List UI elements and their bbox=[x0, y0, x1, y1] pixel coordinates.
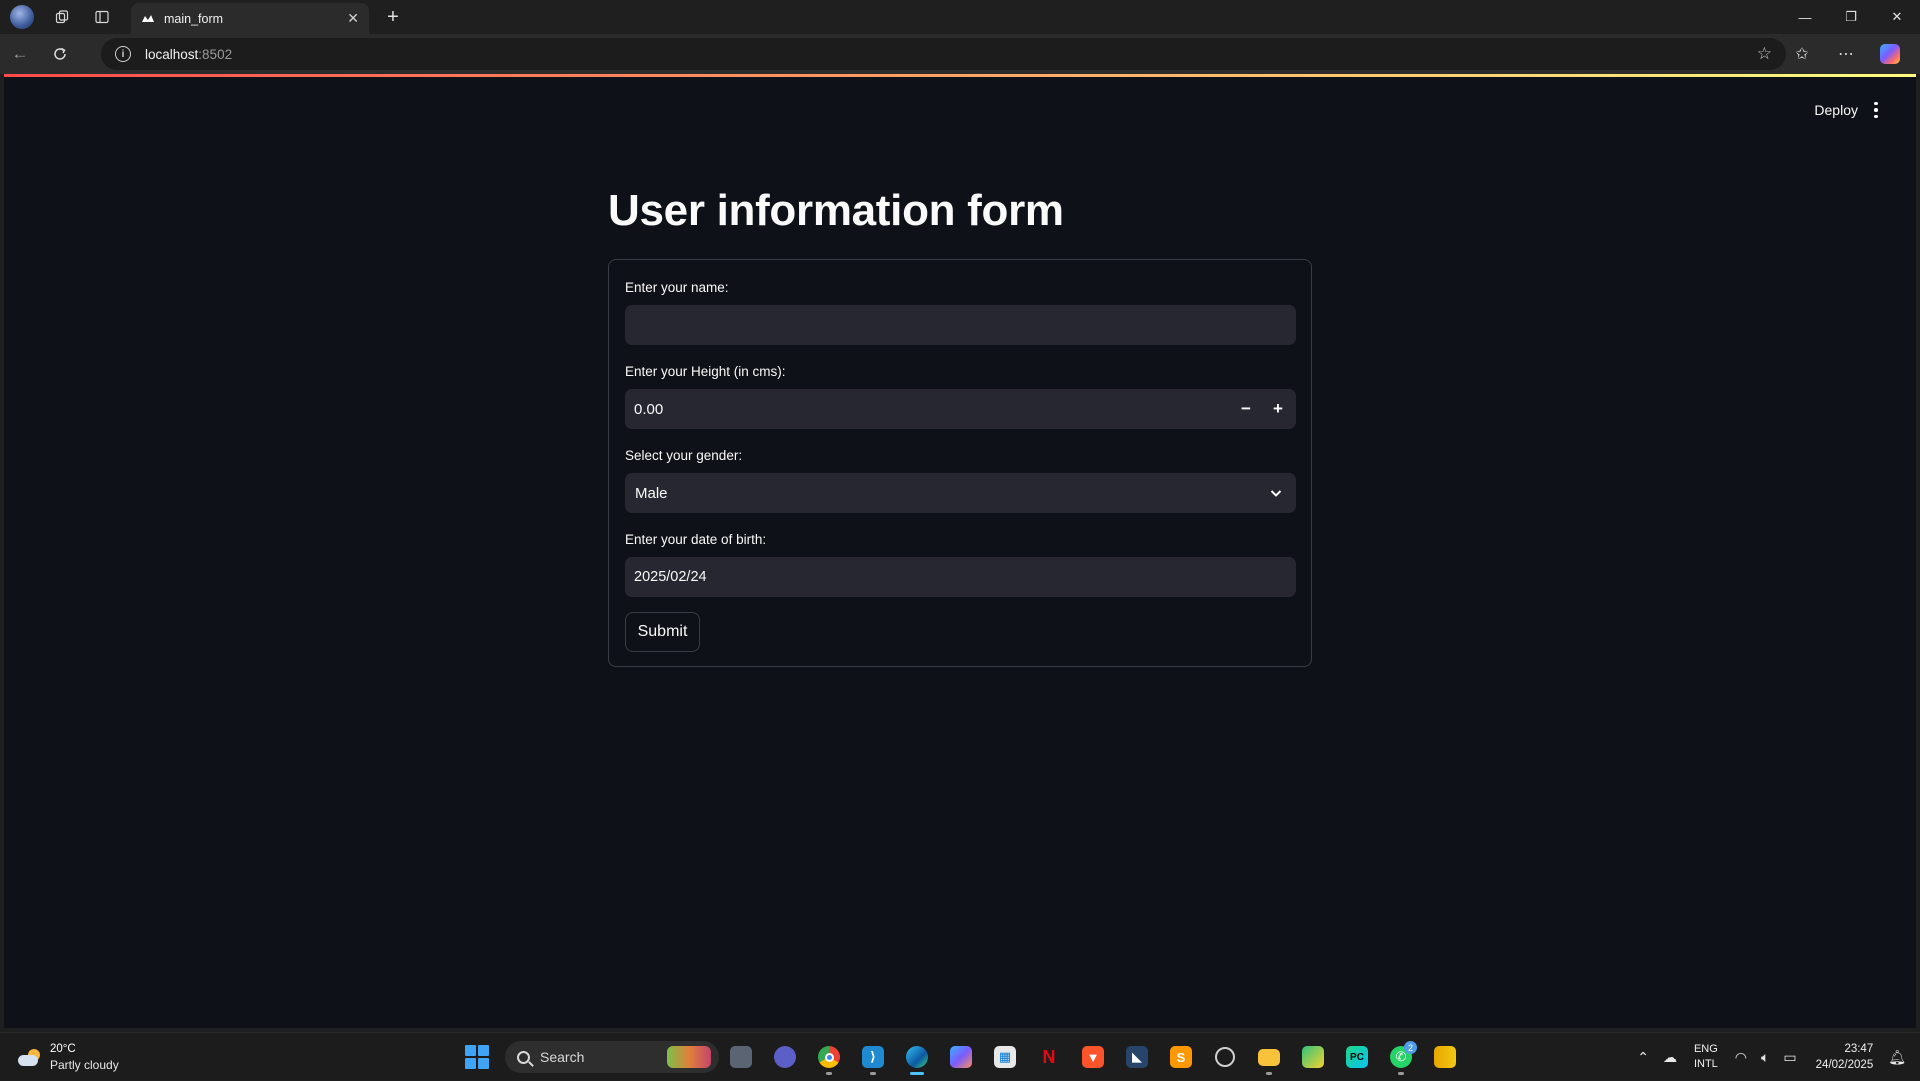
height-value[interactable]: 0.00 bbox=[634, 401, 663, 418]
height-label: Enter your Height (in cms): bbox=[625, 364, 786, 379]
lang-line2: INTL bbox=[1693, 1058, 1718, 1070]
brave-icon[interactable]: ▼ bbox=[1071, 1039, 1115, 1075]
taskbar-search[interactable]: Search bbox=[505, 1041, 719, 1073]
sublime-icon[interactable]: S bbox=[1159, 1039, 1203, 1075]
increment-button[interactable]: + bbox=[1262, 389, 1294, 429]
obs-icon[interactable] bbox=[1203, 1039, 1247, 1075]
wifi-icon[interactable]: ◠ bbox=[1728, 1049, 1754, 1066]
favorite-star-icon[interactable]: ☆ bbox=[1757, 44, 1772, 64]
dob-date-input[interactable]: 2025/02/24 bbox=[625, 557, 1296, 597]
search-highlight-icon bbox=[667, 1046, 711, 1068]
language-indicator[interactable]: ENG INTL bbox=[1684, 1042, 1728, 1072]
time: 23:47 bbox=[1844, 1043, 1874, 1055]
chevron-up-icon[interactable]: ⌃ bbox=[1630, 1049, 1656, 1066]
system-tray: ⌃ ☁ ENG INTL ◠ 🔈︎ ▭ 23:47 24/02/2025 🔔︎ bbox=[1630, 1033, 1920, 1081]
gender-label: Select your gender: bbox=[625, 448, 743, 463]
page-title: User information form bbox=[608, 186, 1064, 235]
toolbar-actions: ✩ ⋯ bbox=[1780, 38, 1912, 70]
browser-toolbar: ← i localhost:8502 ☆ ✩ ⋯ bbox=[0, 34, 1920, 74]
vertical-tabs-icon[interactable] bbox=[82, 0, 122, 34]
chrome-icon[interactable] bbox=[807, 1039, 851, 1075]
copilot-icon[interactable] bbox=[1880, 44, 1900, 64]
onedrive-icon[interactable]: ☁ bbox=[1656, 1049, 1684, 1066]
partly-cloudy-icon bbox=[18, 1047, 42, 1069]
site-info-icon[interactable]: i bbox=[115, 46, 131, 62]
edge-icon[interactable] bbox=[895, 1039, 939, 1075]
dob-label: Enter your date of birth: bbox=[625, 532, 767, 547]
workspaces-icon[interactable] bbox=[42, 0, 82, 34]
refresh-icon[interactable] bbox=[40, 38, 80, 70]
weather-widget[interactable]: 20°C Partly cloudy bbox=[18, 1042, 119, 1073]
snipping-icon[interactable] bbox=[1291, 1039, 1335, 1075]
window-close-icon[interactable]: ✕ bbox=[1874, 0, 1920, 34]
store-icon[interactable]: ▦ bbox=[983, 1039, 1027, 1075]
main-menu-icon[interactable] bbox=[1870, 99, 1882, 121]
notification-bell-icon[interactable]: 🔔︎ bbox=[1881, 1049, 1920, 1066]
url-host: localhost bbox=[145, 46, 199, 62]
teams-meet-icon[interactable] bbox=[763, 1039, 807, 1075]
windows-start-icon[interactable] bbox=[459, 1039, 495, 1075]
battery-icon[interactable]: ▭ bbox=[1776, 1049, 1803, 1066]
address-bar[interactable]: i localhost:8502 ☆ bbox=[101, 38, 1786, 70]
search-label: Search bbox=[540, 1049, 585, 1065]
weather-temp: 20°C bbox=[50, 1043, 76, 1055]
window-controls: ― ❐ ✕ bbox=[1782, 0, 1920, 34]
height-number-input: 0.00 − + bbox=[625, 389, 1296, 429]
copilot-app-icon[interactable] bbox=[939, 1039, 983, 1075]
name-input[interactable] bbox=[625, 305, 1296, 345]
decrement-button[interactable]: − bbox=[1230, 389, 1262, 429]
gender-selected-value: Male bbox=[635, 484, 668, 502]
clock[interactable]: 23:47 24/02/2025 bbox=[1804, 1041, 1882, 1073]
more-options-icon[interactable]: ⋯ bbox=[1824, 38, 1868, 70]
pycharm-icon[interactable]: PC bbox=[1335, 1039, 1379, 1075]
netflix-icon[interactable]: N bbox=[1027, 1039, 1071, 1075]
deploy-button[interactable]: Deploy bbox=[1814, 102, 1858, 118]
header-decoration bbox=[4, 74, 1916, 77]
taskbar-apps: Search ⟩ ▦ N ▼ ◣ S PC ✆ 2 bbox=[459, 1039, 1467, 1075]
restore-icon[interactable]: ❐ bbox=[1828, 0, 1874, 34]
lang-line1: ENG bbox=[1693, 1043, 1718, 1055]
file-explorer-icon[interactable] bbox=[1247, 1039, 1291, 1075]
new-tab-icon[interactable]: + bbox=[380, 4, 406, 30]
chevron-down-icon bbox=[1270, 490, 1282, 497]
gender-select[interactable]: Male bbox=[625, 473, 1296, 513]
app-blue-icon[interactable]: ◣ bbox=[1115, 1039, 1159, 1075]
tab-title: main_form bbox=[164, 11, 224, 26]
power-bi-icon[interactable] bbox=[1423, 1039, 1467, 1075]
search-icon bbox=[517, 1050, 530, 1064]
tab-main-form[interactable]: main_form ✕ bbox=[131, 3, 369, 34]
vscode-icon[interactable]: ⟩ bbox=[851, 1039, 895, 1075]
date: 24/02/2025 bbox=[1815, 1059, 1874, 1071]
browser-tab-strip: main_form ✕ + ― ❐ ✕ bbox=[0, 0, 1920, 34]
profile-avatar-icon[interactable] bbox=[10, 5, 34, 29]
taskbar: 20°C Partly cloudy Search ⟩ ▦ N ▼ ◣ S PC… bbox=[0, 1032, 1920, 1080]
app-viewport: Deploy User information form Enter your … bbox=[4, 74, 1916, 1028]
whatsapp-icon[interactable]: ✆ 2 bbox=[1379, 1039, 1423, 1075]
weather-condition: Partly cloudy bbox=[50, 1058, 119, 1072]
url-port: :8502 bbox=[198, 46, 233, 62]
whatsapp-badge: 2 bbox=[1404, 1041, 1417, 1054]
minimize-icon[interactable]: ― bbox=[1782, 0, 1828, 34]
streamlit-favicon-icon bbox=[141, 12, 155, 26]
volume-icon[interactable]: 🔈︎ bbox=[1754, 1049, 1776, 1066]
favorites-icon[interactable]: ✩ bbox=[1780, 38, 1824, 70]
back-icon[interactable]: ← bbox=[0, 38, 40, 70]
tab-close-icon[interactable]: ✕ bbox=[347, 10, 359, 27]
task-view-icon[interactable] bbox=[719, 1039, 763, 1075]
submit-button[interactable]: Submit bbox=[625, 612, 700, 652]
user-info-form: Enter your name: Enter your Height (in c… bbox=[608, 259, 1312, 667]
name-label: Enter your name: bbox=[625, 280, 729, 295]
